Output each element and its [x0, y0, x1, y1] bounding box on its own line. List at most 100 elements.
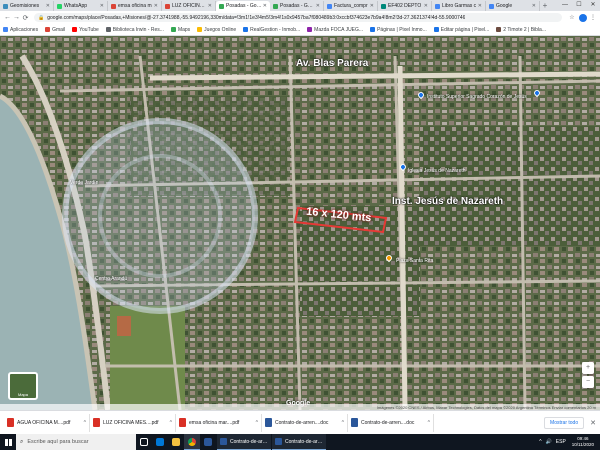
- show-all-downloads-button[interactable]: Mostrar todo: [544, 416, 585, 429]
- maximize-button[interactable]: ☐: [572, 0, 586, 10]
- satellite-map[interactable]: Av. Blas Parera Inst. Jesús de Nazareth …: [0, 36, 600, 410]
- url-omnibox[interactable]: 🔒 google.com/maps/place/Posadas,+Misione…: [34, 13, 562, 22]
- forward-button[interactable]: →: [12, 14, 21, 21]
- chevron-up-icon[interactable]: ^: [256, 420, 258, 426]
- tab-favicon-icon: [435, 3, 440, 9]
- new-tab-button[interactable]: +: [540, 1, 550, 11]
- bookmark-item[interactable]: RealGestion - Inmob...: [243, 27, 300, 33]
- bookmark-favicon-icon: [370, 27, 376, 32]
- edge-icon: [156, 438, 164, 446]
- bookmark-item[interactable]: Páginas | Pixel Inmo...: [370, 27, 427, 33]
- bookmark-label: Aplicaciones: [10, 26, 39, 33]
- clock[interactable]: 09:46 10/11/2020: [572, 436, 594, 448]
- download-filename: AGUA OFICINA M....pdf: [17, 419, 71, 426]
- bookmark-item[interactable]: YouTube: [72, 27, 99, 33]
- word-app-button[interactable]: [200, 434, 216, 450]
- tab-close-icon[interactable]: ✕: [370, 3, 374, 9]
- layer-toggle-button[interactable]: Mapa: [8, 372, 38, 400]
- tab-close-icon[interactable]: ✕: [100, 3, 104, 9]
- reload-button[interactable]: ⟳: [21, 14, 30, 22]
- minimize-button[interactable]: —: [558, 0, 572, 10]
- zoom-in-button[interactable]: +: [582, 362, 594, 374]
- browser-tab[interactable]: Google ✕: [486, 1, 540, 11]
- tab-close-icon[interactable]: ✕: [424, 3, 428, 9]
- tab-close-icon[interactable]: ✕: [208, 3, 212, 9]
- tray-overflow-icon[interactable]: ^: [539, 439, 541, 445]
- close-window-button[interactable]: ✕: [586, 0, 600, 10]
- tab-close-icon[interactable]: ✕: [316, 3, 320, 9]
- download-item[interactable]: Contrato-de-arren....doc ^: [262, 413, 348, 432]
- download-item[interactable]: emsa oficina mar....pdf ^: [176, 413, 262, 432]
- bookmark-item[interactable]: Aplicaciones: [3, 27, 38, 33]
- tab-title: Libro Garmas c: [442, 3, 477, 9]
- bookmark-item[interactable]: 2 Timote 2 | Bibla...: [496, 27, 546, 33]
- bookmark-item[interactable]: Maps: [170, 26, 191, 33]
- tab-close-icon[interactable]: ✕: [154, 3, 158, 9]
- zoom-out-button[interactable]: −: [582, 376, 594, 388]
- place-label[interactable]: Plaza Santa Rita: [396, 258, 433, 264]
- start-button[interactable]: [0, 434, 16, 450]
- tab-close-icon[interactable]: ✕: [263, 3, 267, 9]
- task-view-button[interactable]: [136, 434, 152, 450]
- chevron-up-icon[interactable]: ^: [84, 420, 86, 426]
- volume-icon[interactable]: 🔊: [546, 439, 552, 445]
- word-doc-icon: [275, 438, 282, 445]
- map-imagery: [0, 36, 600, 410]
- browser-tab[interactable]: Posadas - Goog ✕: [216, 1, 270, 11]
- taskbar-window-button[interactable]: Contrato-de-arren....doc: [217, 434, 271, 450]
- address-bar: ← → ⟳ 🔒 google.com/maps/place/Posadas,+M…: [0, 11, 600, 24]
- chevron-up-icon[interactable]: ^: [342, 420, 344, 426]
- download-item[interactable]: Contrato-de-arren....doc ^: [348, 413, 434, 432]
- chrome-app-button[interactable]: [184, 434, 200, 450]
- browser-tab[interactable]: emsa oficina m ✕: [108, 1, 162, 11]
- bookmark-item[interactable]: Juegos Online: [197, 27, 236, 33]
- profile-avatar[interactable]: [579, 13, 587, 22]
- back-button[interactable]: ←: [3, 14, 12, 21]
- tab-title: emsa oficina m: [118, 3, 152, 9]
- bookmark-item[interactable]: Mazda FOCA JUEG...: [307, 27, 363, 33]
- explorer-app-button[interactable]: [168, 434, 184, 450]
- tab-title: Google: [496, 3, 513, 9]
- browser-tab[interactable]: Libro Garmas c ✕: [432, 1, 486, 11]
- download-item[interactable]: LUZ OFICINA MES....pdf ^: [90, 413, 176, 432]
- tab-close-icon[interactable]: ✕: [478, 3, 482, 9]
- tab-close-icon[interactable]: ✕: [532, 3, 536, 9]
- windows-taskbar: ⌕ Escribe aquí para buscar Contrato-de-a…: [0, 434, 600, 450]
- tab-favicon-icon: [111, 3, 116, 9]
- browser-tab[interactable]: EF402 DEPTO ✕: [378, 1, 432, 11]
- bookmark-favicon-icon: [197, 27, 203, 32]
- tab-favicon-icon: [3, 3, 8, 9]
- window-controls: — ☐ ✕: [558, 0, 600, 10]
- street-label: Av. Blas Parera: [296, 58, 369, 69]
- place-label[interactable]: Centro Arandú: [95, 276, 127, 282]
- edge-app-button[interactable]: [152, 434, 168, 450]
- url-text[interactable]: google.com/maps/place/Posadas,+Misiones/…: [47, 15, 465, 21]
- taskbar-search[interactable]: ⌕ Escribe aquí para buscar: [16, 434, 136, 450]
- tab-title: Posadas - Goog: [280, 3, 315, 9]
- chevron-up-icon[interactable]: ^: [428, 420, 430, 426]
- menu-kebab-icon[interactable]: ⋮: [589, 14, 597, 21]
- bookmark-star-icon[interactable]: ☆: [568, 14, 576, 21]
- browser-tab[interactable]: Posadas - Goog ✕: [270, 1, 324, 11]
- browser-tab[interactable]: WhatsApp ✕: [54, 1, 108, 11]
- language-indicator[interactable]: ESP: [556, 439, 566, 445]
- taskbar-window-title: Contrato-de-arren....doc: [230, 438, 268, 445]
- place-label[interactable]: Iglesia Jesús de Nazareth: [408, 168, 466, 174]
- bookmark-favicon-icon: [105, 27, 111, 32]
- chrome-icon: [188, 437, 196, 446]
- close-downloads-button[interactable]: ✕: [590, 419, 596, 427]
- bookmark-item[interactable]: Gmail: [45, 27, 65, 33]
- tab-close-icon[interactable]: ✕: [46, 3, 50, 9]
- browser-tab[interactable]: Factura_compr ✕: [324, 1, 378, 11]
- bookmark-item[interactable]: Editar página | Pixel...: [433, 27, 489, 33]
- browser-tab[interactable]: LUZ OFICINA b ✕: [162, 1, 216, 11]
- chevron-up-icon[interactable]: ^: [170, 420, 172, 426]
- tab-favicon-icon: [57, 3, 62, 9]
- place-label[interactable]: Instituto Superior Sagrado Corazón de Je…: [427, 94, 527, 100]
- download-item[interactable]: AGUA OFICINA M....pdf ^: [4, 413, 90, 432]
- browser-tab[interactable]: Geomisiones ✕: [0, 1, 54, 11]
- bookmark-item[interactable]: Biblioteca Irwin - Res...: [105, 27, 164, 33]
- bookmark-label: Maps: [177, 26, 191, 33]
- place-label[interactable]: Verde Jardín: [70, 180, 98, 186]
- taskbar-window-button[interactable]: Contrato-de-arren....doc: [272, 434, 326, 450]
